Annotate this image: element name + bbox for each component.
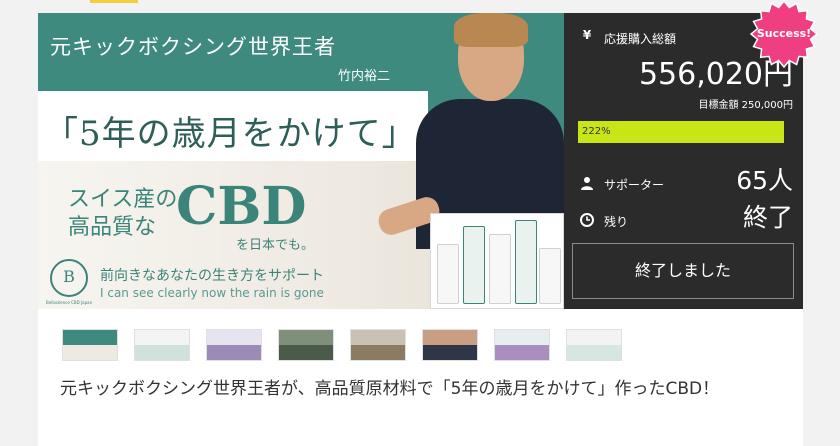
thumbnail[interactable] bbox=[566, 329, 622, 361]
product-pack bbox=[489, 234, 511, 304]
supporters-value: 65人 bbox=[736, 166, 793, 195]
thumbnail[interactable] bbox=[350, 329, 406, 361]
remaining-label: 残り bbox=[604, 215, 629, 229]
support-tagline-en: I can see clearly now the rain is gone bbox=[100, 286, 324, 300]
hero-image[interactable]: 元キックボクシング世界王者 竹内裕二 「5年の歳月をかけて」 スイス産の 高品質… bbox=[38, 13, 564, 309]
product-pack bbox=[515, 220, 537, 304]
hero-catch: 「5年の歳月をかけて」 bbox=[44, 114, 417, 154]
progress-text: 222% bbox=[582, 126, 611, 137]
clock-icon bbox=[580, 213, 594, 227]
thumbnail[interactable] bbox=[278, 329, 334, 361]
supporters-label: サポーター bbox=[604, 178, 665, 192]
thumbnail-strip bbox=[62, 329, 642, 361]
success-badge-text: Success! bbox=[756, 27, 812, 40]
product-pack bbox=[437, 244, 459, 304]
total-label: 応援購入総額 bbox=[604, 32, 677, 46]
brand-logo-sub: Bellasilence CBD Japan bbox=[46, 300, 93, 305]
target-amount: 目標金額 250,000円 bbox=[698, 100, 793, 111]
top-strip bbox=[0, 0, 840, 13]
top-tab-indicator bbox=[90, 0, 138, 3]
project-title: 元キックボクシング世界王者が、高品質原材料で「5年の歳月をかけて」作ったCBD！ bbox=[60, 379, 720, 399]
hero-title: 元キックボクシング世界王者 bbox=[50, 35, 336, 59]
product-display bbox=[430, 213, 564, 309]
progress-bar: 222% bbox=[578, 121, 784, 143]
thumbnail[interactable] bbox=[134, 329, 190, 361]
thumbnail[interactable] bbox=[62, 329, 118, 361]
thumbnail[interactable] bbox=[494, 329, 550, 361]
person-hair bbox=[454, 13, 528, 47]
cbd-line-2: 高品質な bbox=[68, 215, 157, 240]
yen-icon: ¥ bbox=[582, 28, 592, 42]
project-card: 元キックボクシング世界王者 竹内裕二 「5年の歳月をかけて」 スイス産の 高品質… bbox=[38, 13, 803, 446]
person-icon bbox=[581, 177, 593, 190]
ended-button[interactable]: 終了しました bbox=[572, 243, 794, 299]
product-pack bbox=[463, 226, 485, 304]
thumbnail[interactable] bbox=[206, 329, 262, 361]
cbd-japan: を日本でも。 bbox=[236, 238, 315, 253]
hero-name: 竹内裕二 bbox=[338, 69, 391, 84]
cbd-headline: CBD bbox=[176, 176, 307, 237]
brand-logo: B bbox=[50, 259, 88, 297]
thumbnail[interactable] bbox=[422, 329, 478, 361]
brand-logo-mark: B bbox=[63, 267, 75, 286]
product-pack bbox=[539, 248, 561, 304]
support-tagline-jp: 前向きなあなたの生き方をサポート bbox=[100, 268, 324, 284]
remaining-value: 終了 bbox=[742, 203, 793, 232]
